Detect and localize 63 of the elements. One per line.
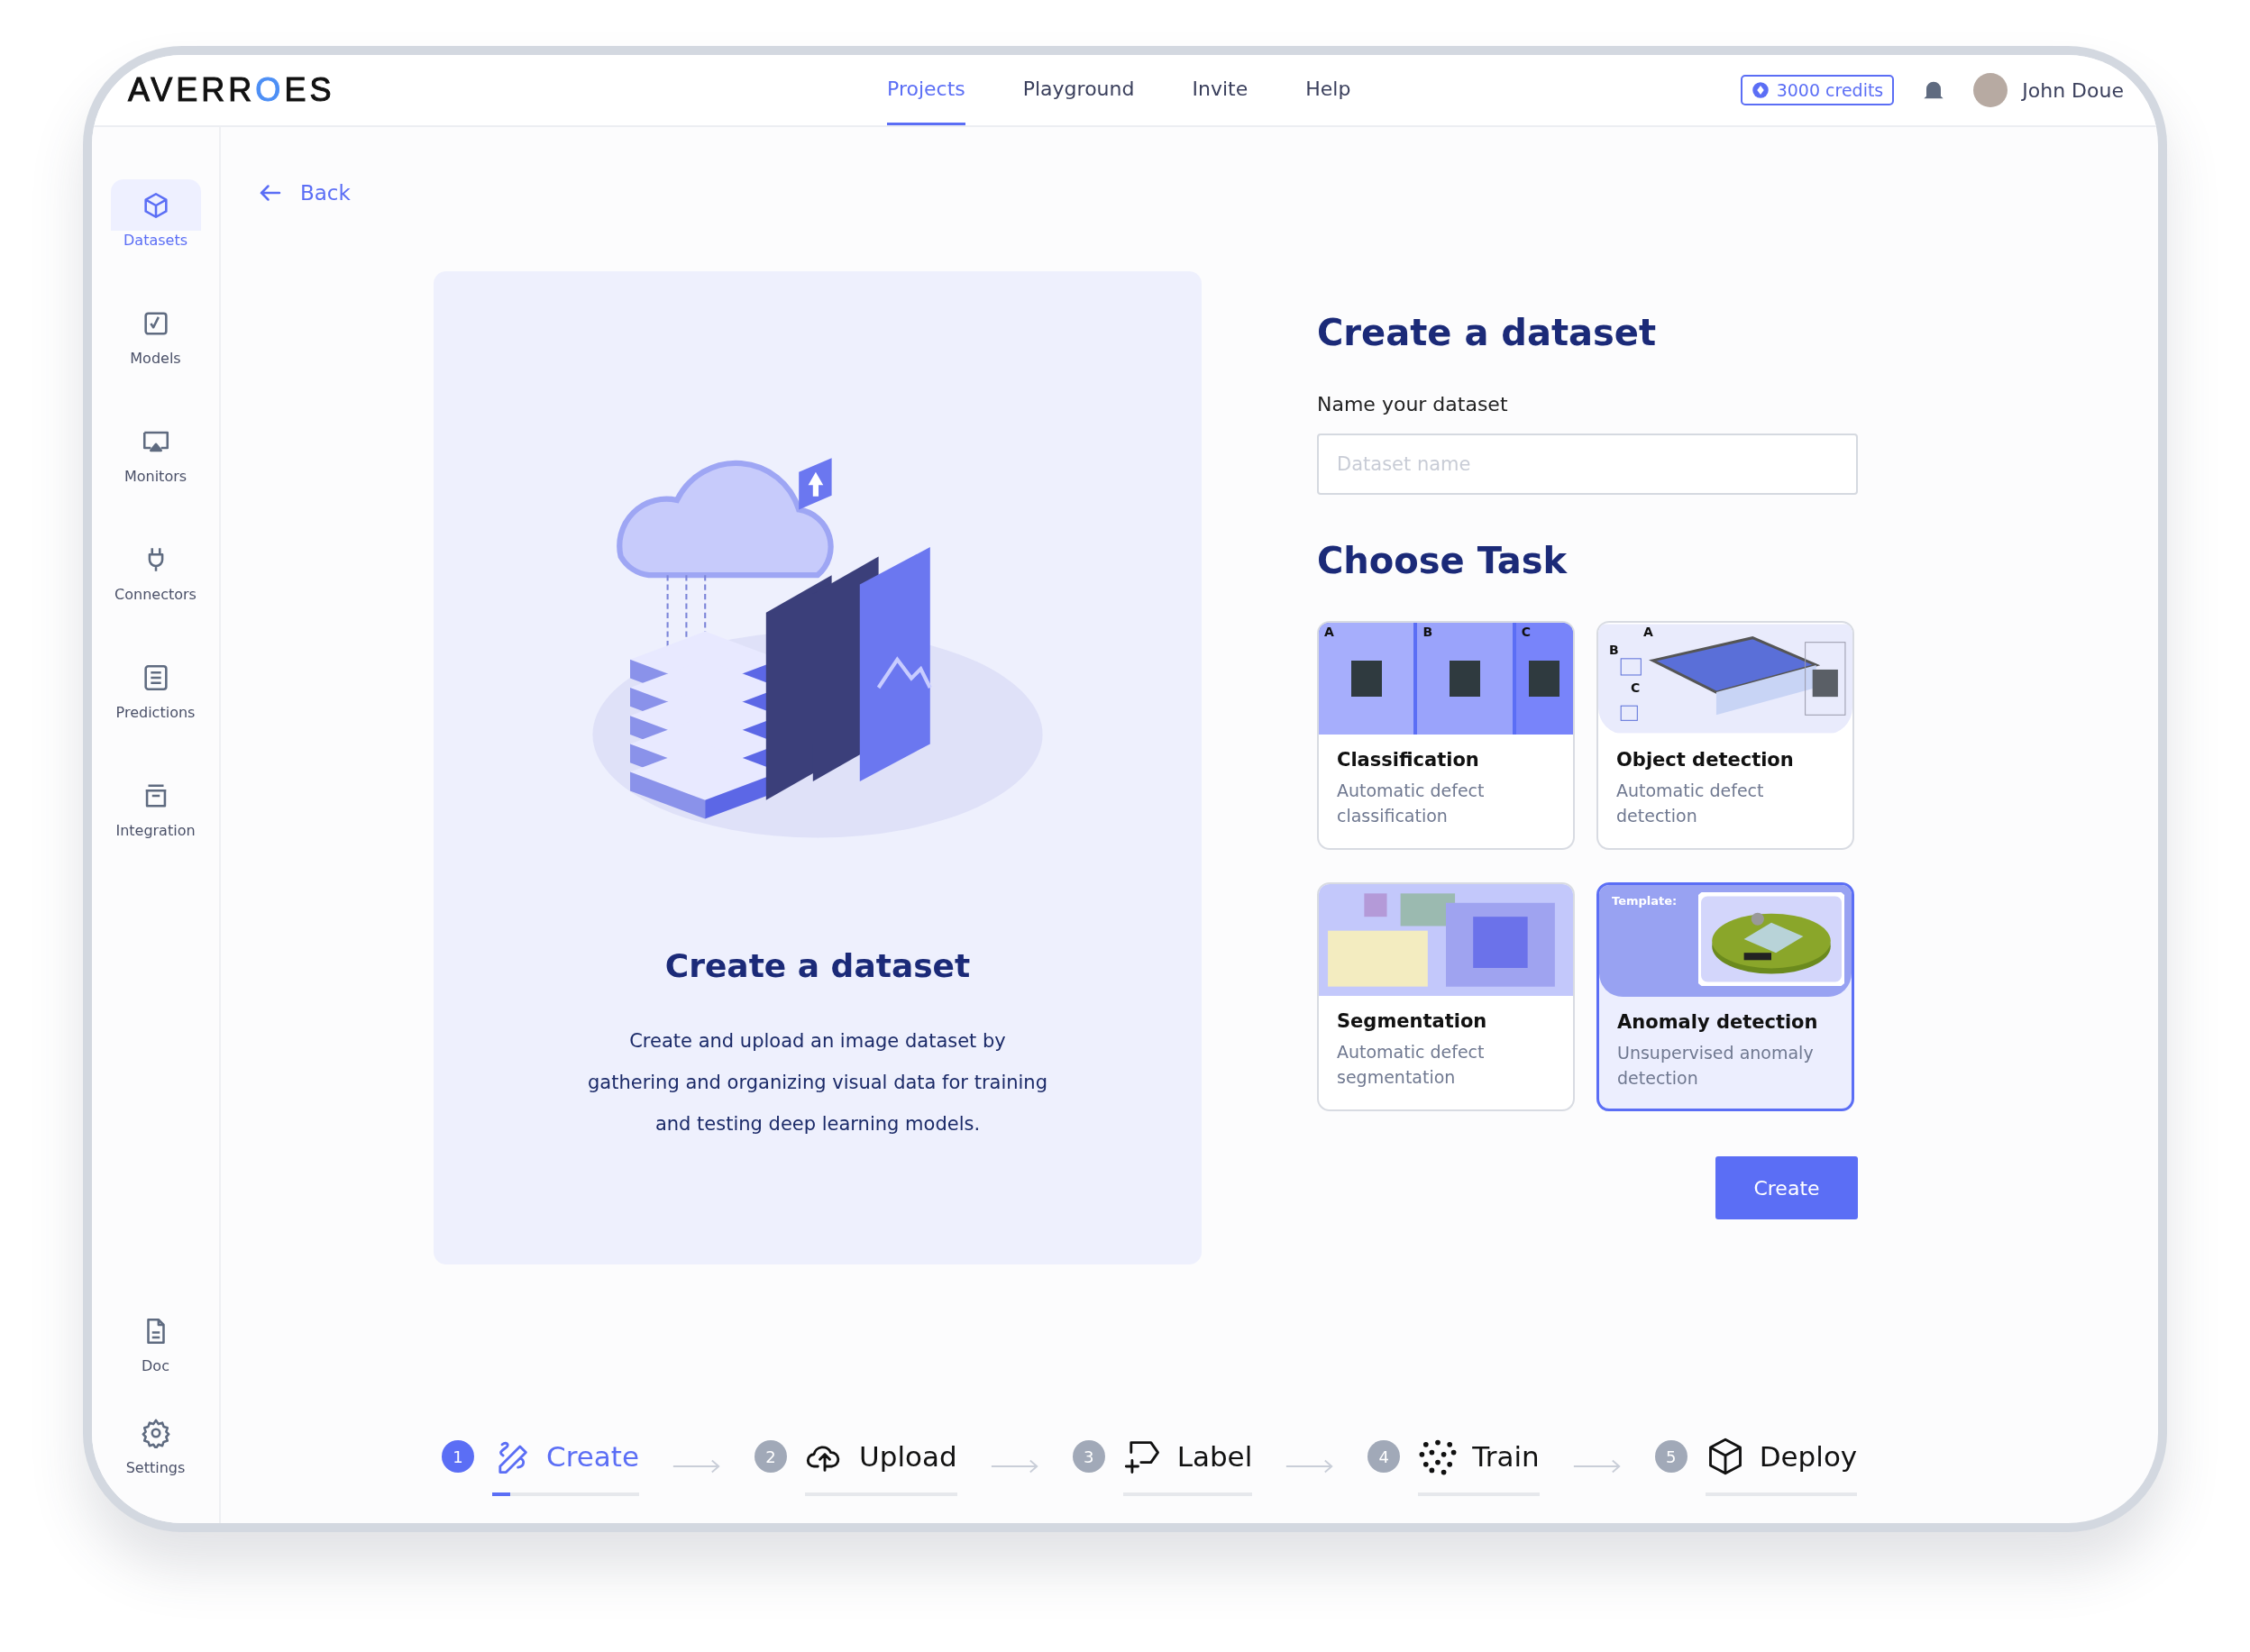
step-number: 3	[1072, 1440, 1105, 1473]
chip-icon	[1450, 661, 1481, 697]
nav-tab[interactable]: Playground	[1022, 55, 1135, 125]
sidebar-item[interactable]: Settings	[110, 1407, 201, 1487]
create-button[interactable]: Create	[1715, 1156, 1858, 1219]
form-title: Create a dataset	[1317, 312, 1658, 353]
step[interactable]: 4 Train	[1367, 1437, 1540, 1496]
chip-icon	[1529, 661, 1560, 697]
step[interactable]: 3 Label	[1072, 1437, 1253, 1496]
task-description: Automatic defect detection	[1616, 780, 1765, 827]
arrow-icon	[672, 1457, 722, 1475]
intro-title: Create a dataset	[664, 947, 971, 984]
step[interactable]: 1 Create	[442, 1437, 639, 1496]
sidebar-item[interactable]: Predictions	[110, 652, 201, 732]
task-title: Anomaly detection	[1617, 1011, 1819, 1033]
step-number: 1	[442, 1440, 474, 1473]
task-description: Automatic defect segmentation	[1337, 1041, 1486, 1089]
panel-label: C	[1521, 625, 1532, 639]
task-title: Classification	[1337, 749, 1480, 771]
arrow-icon	[1571, 1457, 1623, 1475]
credits-badge[interactable]: 3000 credits	[1740, 75, 1895, 105]
task-title: Segmentation	[1337, 1010, 1488, 1032]
arrow-icon	[989, 1457, 1040, 1475]
task-card[interactable]: Segmentation Automatic defect segmentation	[1317, 882, 1575, 1111]
step[interactable]: 2 Upload	[755, 1437, 957, 1496]
nav-tab[interactable]: Invite	[1192, 55, 1248, 125]
section-title: Choose Task	[1317, 540, 1569, 581]
step[interactable]: 5 Deploy	[1654, 1437, 1858, 1496]
back-link[interactable]: Back	[257, 179, 351, 206]
step-label: Label	[1176, 1440, 1253, 1473]
nav-tab[interactable]: Projects	[887, 55, 965, 125]
chip-icon	[1350, 661, 1382, 697]
panel-label: B	[1422, 625, 1433, 639]
coin-icon	[1751, 81, 1770, 99]
settings-icon	[140, 1418, 171, 1448]
step-number: 2	[755, 1440, 787, 1473]
task-card[interactable]: A B C Object detection Automatic defect detection	[1596, 621, 1854, 850]
user-name[interactable]: John Doue	[2022, 78, 2124, 102]
sidebar-item[interactable]: Integration	[110, 770, 201, 850]
step-label: Train	[1472, 1440, 1540, 1473]
step-number: 5	[1654, 1440, 1688, 1473]
part-label: B	[1609, 643, 1619, 657]
task-description: Automatic defect classification	[1337, 780, 1486, 827]
step-number: 4	[1367, 1440, 1401, 1473]
task-title: Object detection	[1616, 749, 1795, 771]
task-card[interactable]: Template: Anomaly detection Unsupervised anomaly detection	[1596, 882, 1854, 1111]
field-label: Name your dataset	[1317, 393, 1509, 415]
brand-logo: AVERROES	[128, 71, 335, 109]
task-card[interactable]: A B C Classification Automatic defect classification	[1317, 621, 1575, 850]
part-label: C	[1631, 680, 1641, 695]
step-label: Create	[546, 1440, 639, 1473]
sidebar-item[interactable]: Monitors	[110, 415, 201, 496]
step-label: Upload	[859, 1440, 957, 1473]
sidebar-item[interactable]: Doc	[110, 1305, 201, 1385]
template-label: Template:	[1612, 894, 1678, 908]
task-description: Unsupervised anomaly detection	[1617, 1042, 1815, 1090]
intro-description: Create and upload an image dataset by gathering and organizing visual data for training and testing deep learning models.	[587, 1029, 1048, 1136]
sidebar-item[interactable]: Connectors	[110, 534, 201, 614]
sidebar-item[interactable]: Models	[110, 297, 201, 378]
panel-label: A	[1324, 625, 1334, 639]
nav-tab[interactable]: Help	[1305, 55, 1351, 125]
part-label: A	[1643, 625, 1653, 639]
step-label: Deploy	[1759, 1440, 1858, 1473]
